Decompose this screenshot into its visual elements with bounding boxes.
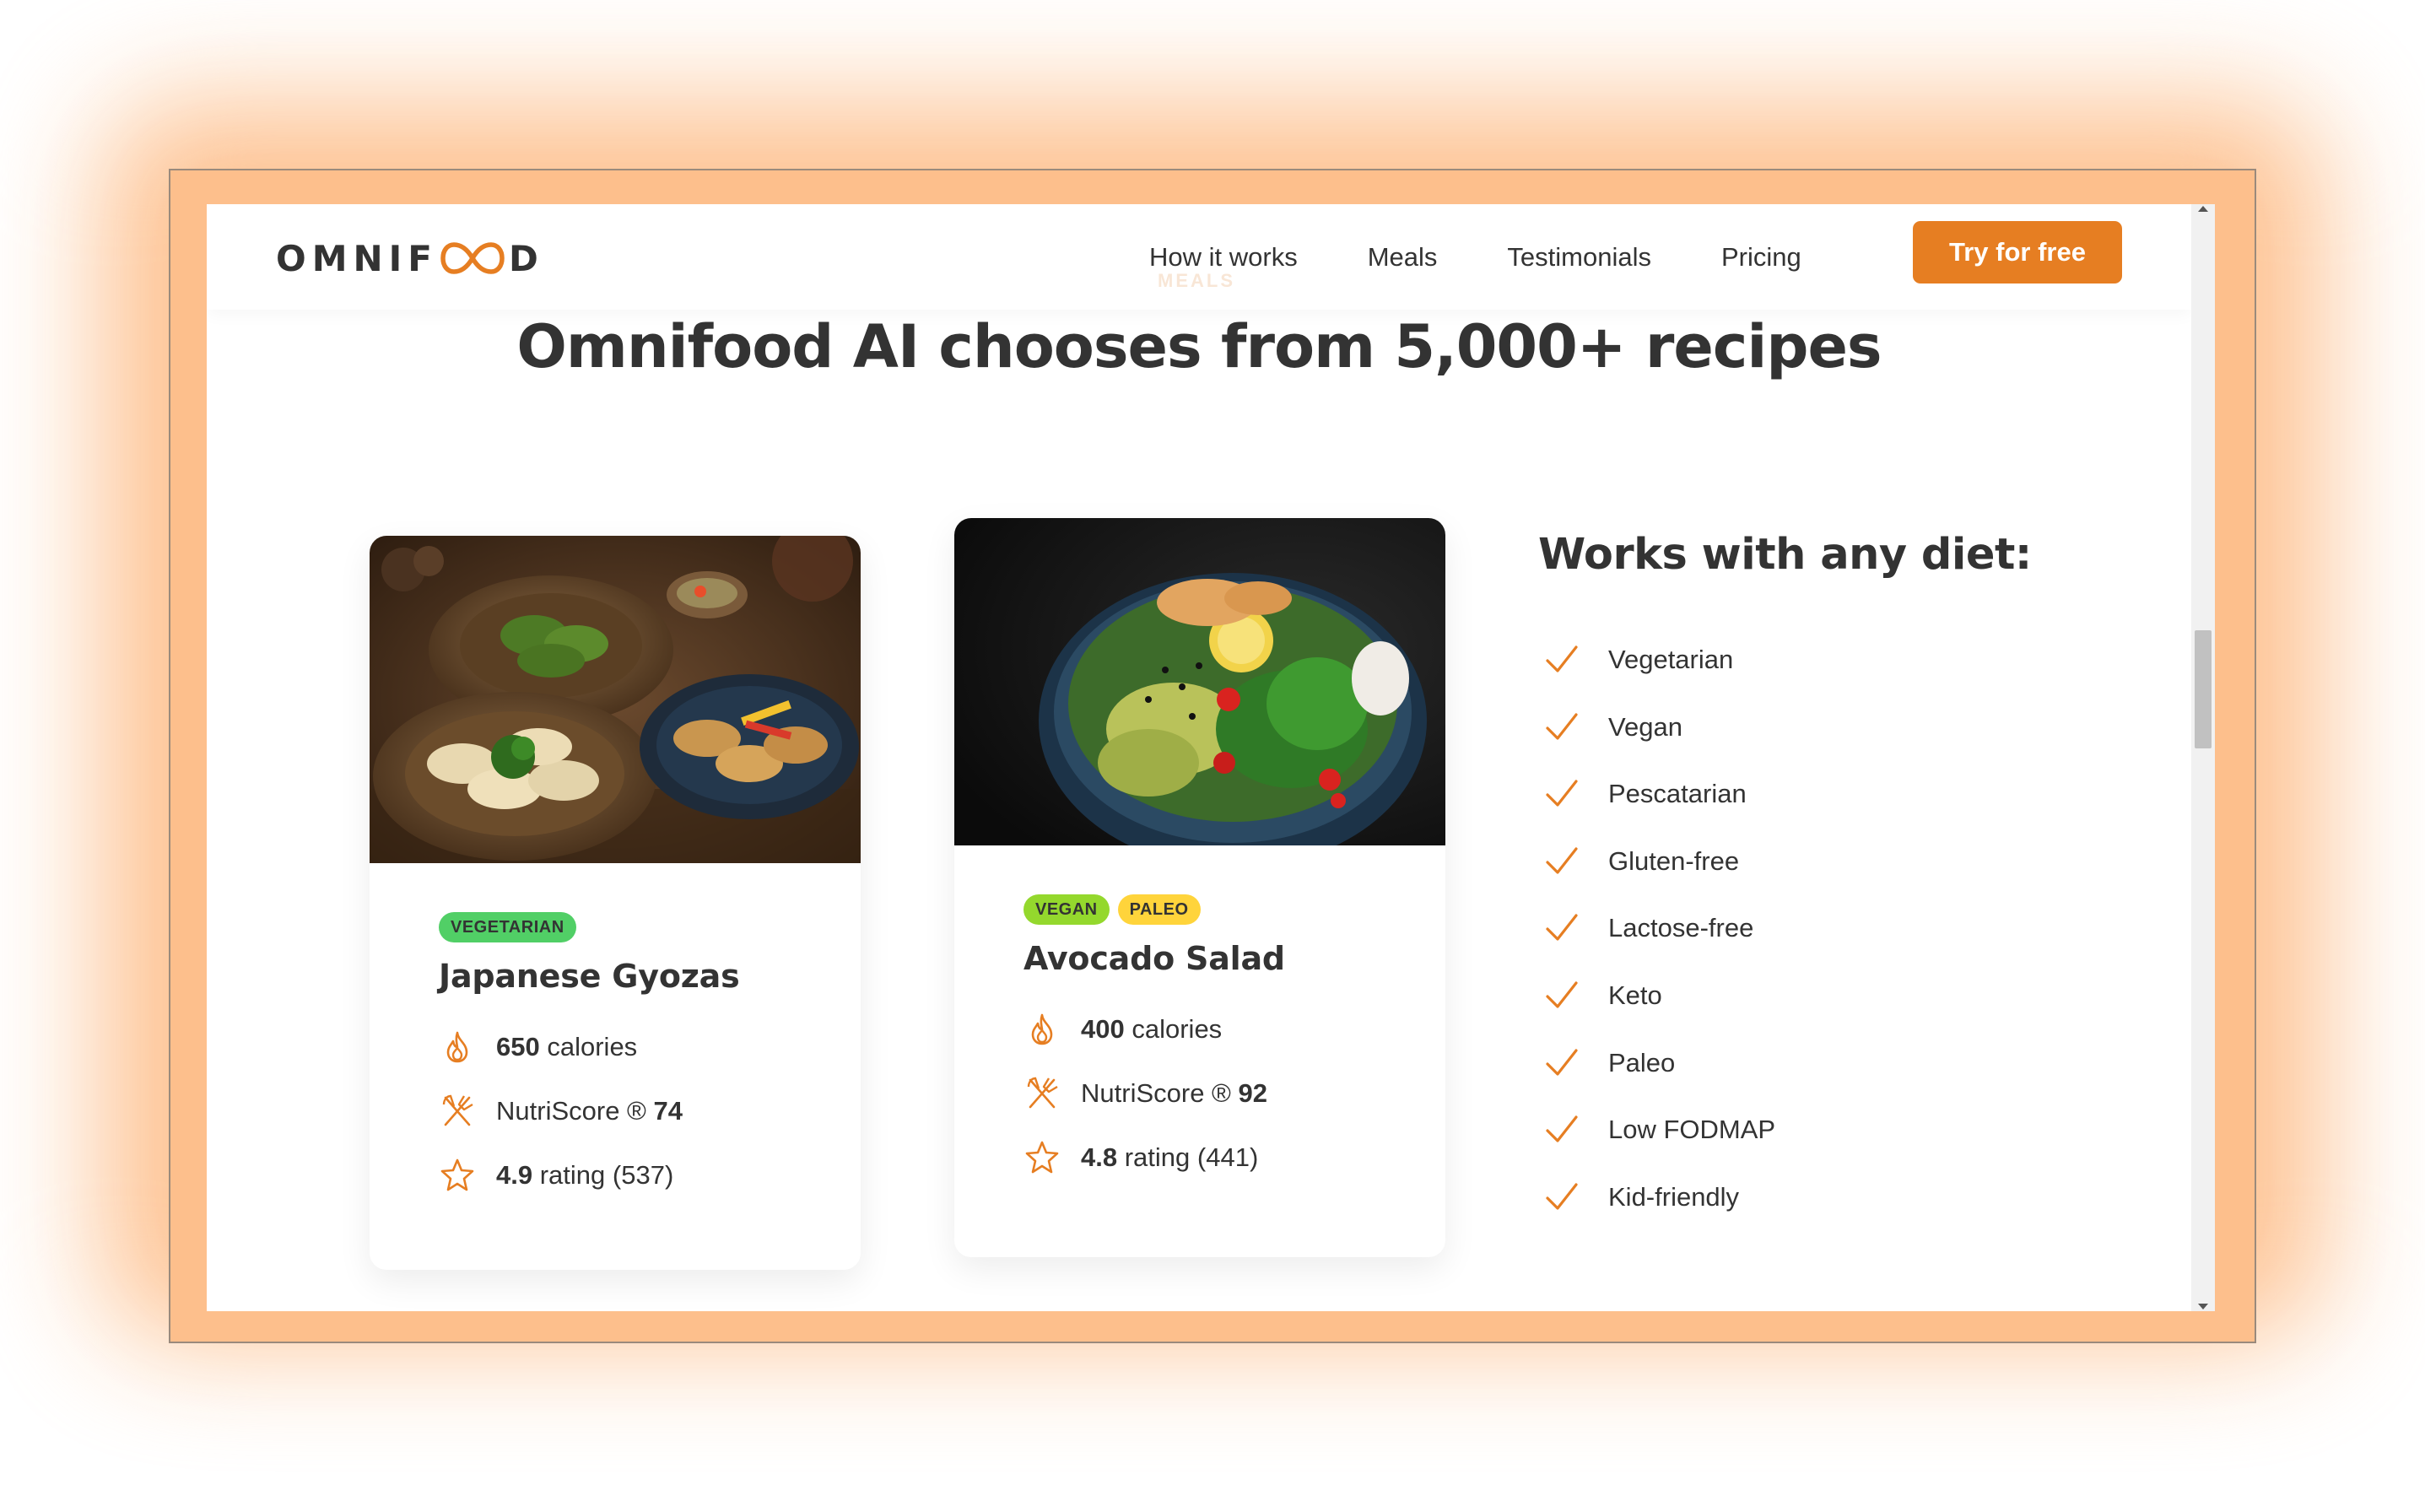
browser-viewport: OMNIF D How it works Meals Testimonials … bbox=[207, 204, 2215, 1311]
scroll-down-arrow-icon[interactable] bbox=[2198, 1304, 2208, 1310]
meal-nutriscore: NutriScore ® 74 bbox=[439, 1091, 861, 1131]
diet-label: Lactose-free bbox=[1608, 913, 1754, 943]
section-subheading-ghost: MEALS bbox=[1158, 270, 1235, 291]
meal-image-avocado-salad bbox=[954, 518, 1445, 845]
tag-vegan: VEGAN bbox=[1023, 894, 1110, 925]
meal-card-body: VEGETARIAN Japanese Gyozas 650 calories … bbox=[370, 863, 861, 1196]
list-item: Kid-friendly bbox=[1542, 1164, 1775, 1231]
calories-unit: calories bbox=[547, 1032, 638, 1061]
rating-count: rating (441) bbox=[1124, 1142, 1259, 1172]
nav-pricing[interactable]: Pricing bbox=[1721, 242, 1801, 273]
diet-label: Low FODMAP bbox=[1608, 1115, 1776, 1145]
utensils-icon bbox=[1027, 1077, 1058, 1109]
try-for-free-button[interactable]: Try for free bbox=[1913, 221, 2122, 284]
list-item: Pescatarian bbox=[1542, 760, 1775, 828]
star-icon bbox=[1025, 1141, 1059, 1174]
list-item: Lactose-free bbox=[1542, 894, 1775, 962]
calories-value: 400 bbox=[1081, 1014, 1125, 1044]
check-icon bbox=[1546, 713, 1578, 740]
check-icon bbox=[1546, 645, 1578, 672]
nav-testimonials[interactable]: Testimonials bbox=[1507, 242, 1651, 273]
flame-icon bbox=[1031, 1013, 1053, 1045]
meal-title: Avocado Salad bbox=[1023, 940, 1285, 977]
meal-calories: 650 calories bbox=[439, 1027, 861, 1067]
check-icon bbox=[1546, 1183, 1578, 1210]
vertical-scrollbar[interactable] bbox=[2191, 204, 2215, 1311]
list-item: Vegetarian bbox=[1542, 626, 1775, 694]
check-icon bbox=[1546, 981, 1578, 1008]
check-icon bbox=[1546, 914, 1578, 942]
nav-meals[interactable]: Meals bbox=[1368, 242, 1438, 273]
infinity-logo-icon bbox=[440, 242, 505, 274]
omnifood-logo[interactable]: OMNIF D bbox=[276, 233, 544, 284]
tag-vegetarian: VEGETARIAN bbox=[439, 912, 576, 942]
flame-icon bbox=[446, 1031, 468, 1063]
meal-calories: 400 calories bbox=[1023, 1009, 1445, 1050]
logo-text-right: D bbox=[508, 237, 544, 279]
list-item: Keto bbox=[1542, 962, 1775, 1029]
site-header: OMNIF D How it works Meals Testimonials … bbox=[207, 204, 2191, 310]
meal-card-avocado-salad: VEGAN PALEO Avocado Salad 400 calories N… bbox=[954, 518, 1445, 1257]
check-icon bbox=[1546, 1049, 1578, 1076]
meal-card-body: VEGAN PALEO Avocado Salad 400 calories N… bbox=[954, 845, 1445, 1178]
check-icon bbox=[1546, 1115, 1578, 1142]
calories-unit: calories bbox=[1131, 1014, 1223, 1044]
section-heading: Omnifood AI chooses from 5,000+ recipes bbox=[516, 312, 1882, 381]
star-icon bbox=[440, 1158, 474, 1191]
meal-rating: 4.9 rating (537) bbox=[439, 1155, 861, 1196]
check-icon bbox=[1546, 780, 1578, 807]
meal-image-gyozas bbox=[370, 536, 861, 863]
meal-tags: VEGETARIAN bbox=[439, 912, 861, 942]
diet-label: Keto bbox=[1608, 980, 1662, 1011]
list-item: Vegan bbox=[1542, 694, 1775, 761]
diet-label: Vegan bbox=[1608, 711, 1682, 742]
main-nav: How it works Meals Testimonials Pricing bbox=[1149, 204, 1871, 310]
diet-list: Vegetarian Vegan Pescatarian Gluten-free… bbox=[1542, 626, 1775, 1230]
scroll-up-arrow-icon[interactable] bbox=[2198, 206, 2208, 212]
nutriscore-label: NutriScore ® bbox=[496, 1096, 646, 1126]
meal-tags: VEGAN PALEO bbox=[1023, 894, 1445, 925]
scrollbar-thumb[interactable] bbox=[2195, 630, 2212, 748]
diets-heading: Works with any diet: bbox=[1538, 530, 2032, 580]
list-item: Low FODMAP bbox=[1542, 1096, 1775, 1164]
nutriscore-value: 92 bbox=[1238, 1078, 1267, 1108]
meal-card-gyozas: VEGETARIAN Japanese Gyozas 650 calories … bbox=[370, 536, 861, 1270]
rating-count: rating (537) bbox=[539, 1160, 674, 1190]
meal-title: Japanese Gyozas bbox=[439, 958, 740, 995]
check-icon bbox=[1546, 847, 1578, 874]
meal-nutriscore: NutriScore ® 92 bbox=[1023, 1073, 1445, 1114]
utensils-icon bbox=[442, 1094, 473, 1126]
list-item: Gluten-free bbox=[1542, 828, 1775, 895]
nav-how-it-works[interactable]: How it works bbox=[1149, 242, 1298, 273]
diet-label: Gluten-free bbox=[1608, 845, 1740, 876]
list-item: Paleo bbox=[1542, 1029, 1775, 1097]
meal-rating: 4.8 rating (441) bbox=[1023, 1137, 1445, 1178]
logo-text-left: OMNIF bbox=[276, 237, 438, 279]
diet-label: Pescatarian bbox=[1608, 779, 1747, 809]
tag-paleo: PALEO bbox=[1117, 894, 1201, 925]
nutriscore-value: 74 bbox=[653, 1096, 683, 1126]
rating-value: 4.9 bbox=[496, 1160, 533, 1190]
diet-label: Kid-friendly bbox=[1608, 1181, 1740, 1212]
diet-label: Paleo bbox=[1608, 1047, 1676, 1077]
rating-value: 4.8 bbox=[1081, 1142, 1118, 1172]
nutriscore-label: NutriScore ® bbox=[1081, 1078, 1231, 1108]
calories-value: 650 bbox=[496, 1032, 540, 1061]
diet-label: Vegetarian bbox=[1608, 645, 1734, 674]
